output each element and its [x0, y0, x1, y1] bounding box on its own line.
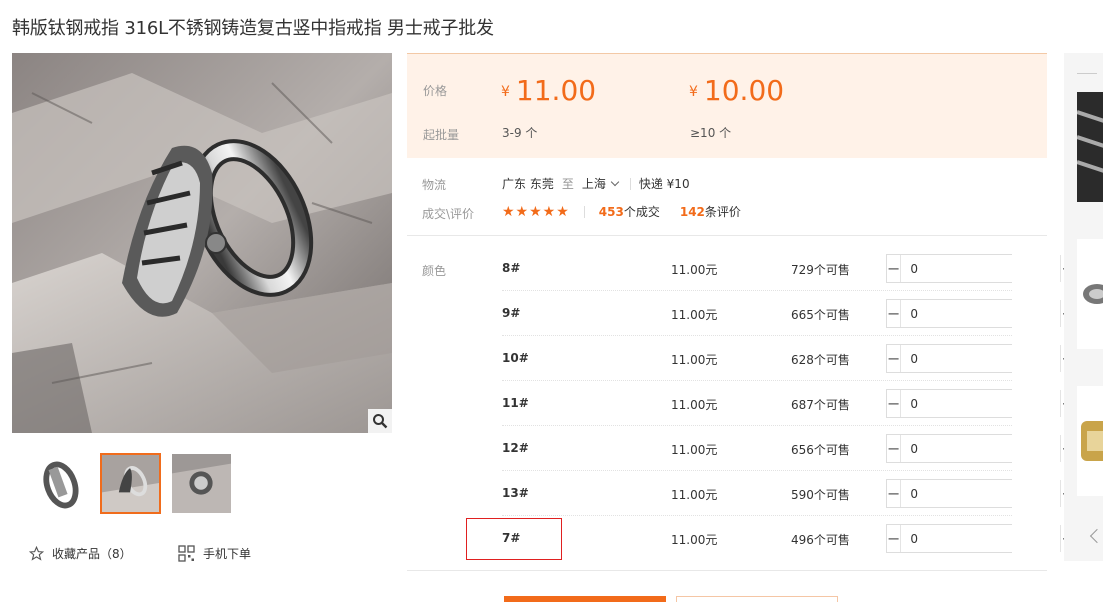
- decrease-button[interactable]: −: [887, 300, 902, 327]
- sku-stock: 665个可售: [791, 308, 850, 322]
- sku-row: 10# 11.00元 628个可售 −+: [502, 336, 1075, 381]
- sku-row: 9# 11.00元 665个可售 −+: [502, 291, 1075, 336]
- quantity-stepper: −+: [886, 434, 1075, 463]
- sku-list: 8# 11.00元 729个可售 −+ 9# 11.00元 665个可售 −+ 10# 11.00…: [502, 246, 1075, 561]
- quantity-stepper: −+: [886, 479, 1075, 508]
- sku-stock: 496个可售: [791, 533, 850, 547]
- sku-name: 9#: [502, 306, 521, 320]
- logistics-label: 物流: [422, 178, 447, 192]
- quantity-stepper: −+: [886, 254, 1075, 283]
- order-button[interactable]: [504, 596, 666, 602]
- thumbnail-1[interactable]: [29, 453, 90, 514]
- sku-price: 11.00元: [671, 443, 718, 457]
- sku-name: 13#: [502, 486, 529, 500]
- reviews-label: 成交\评价: [422, 207, 475, 221]
- sku-name: 8#: [502, 261, 521, 275]
- quantity-stepper: −+: [886, 344, 1075, 373]
- decrease-button[interactable]: −: [887, 525, 902, 552]
- decrease-button[interactable]: −: [887, 345, 902, 372]
- section-divider: [407, 570, 1047, 571]
- moq-label: 起批量: [423, 128, 460, 142]
- quantity-input[interactable]: [901, 435, 1061, 462]
- sku-name: 10#: [502, 351, 529, 365]
- sku-row: 13# 11.00元 590个可售 −+: [502, 471, 1075, 516]
- rail-product-2[interactable]: [1077, 239, 1103, 349]
- divider: [583, 205, 585, 218]
- decrease-button[interactable]: −: [887, 435, 902, 462]
- qr-code-icon: [178, 545, 195, 562]
- quantity-input[interactable]: [901, 525, 1061, 552]
- quantity-input[interactable]: [901, 390, 1061, 417]
- sku-row: 11# 11.00元 687个可售 −+: [502, 381, 1075, 426]
- section-divider: [407, 235, 1047, 236]
- thumbnail-3[interactable]: [171, 453, 232, 514]
- sku-price: 11.00元: [671, 488, 718, 502]
- sku-stock: 729个可售: [791, 263, 850, 277]
- decrease-button[interactable]: −: [887, 480, 902, 507]
- rating-stars: ★★★★★: [502, 203, 570, 220]
- quantity-stepper: −+: [886, 524, 1075, 553]
- rail-product-3[interactable]: [1077, 386, 1103, 496]
- favorite-product[interactable]: 收藏产品（8）: [29, 545, 132, 562]
- price-label: 价格: [423, 84, 448, 98]
- zoom-button[interactable]: [368, 409, 392, 433]
- add-to-cart-button[interactable]: [676, 596, 838, 602]
- price-tier-1: ¥11.00: [501, 74, 597, 107]
- sku-name: 12#: [502, 441, 529, 455]
- sku-price: 11.00元: [671, 263, 718, 277]
- quantity-stepper: −+: [886, 299, 1075, 328]
- main-product-image[interactable]: [12, 53, 392, 433]
- favorite-label: 收藏产品（8）: [52, 547, 132, 561]
- quantity-input[interactable]: [901, 345, 1061, 372]
- mobile-order[interactable]: 手机下单: [178, 545, 251, 562]
- sku-row: 7#11.00元496个可售−+: [502, 516, 1075, 561]
- sku-price: 11.00元: [671, 308, 718, 322]
- chevron-down-icon: [610, 177, 620, 187]
- sku-stock: 628个可售: [791, 353, 850, 367]
- sku-name: 11#: [502, 396, 529, 410]
- decrease-button[interactable]: −: [887, 390, 902, 417]
- express-fee: 快递 ¥10: [638, 177, 690, 191]
- reviews-link[interactable]: 142条评价: [680, 203, 741, 220]
- sku-stock: 590个可售: [791, 488, 850, 502]
- sku-price: 11.00元: [671, 353, 718, 367]
- price-tier-2-range: ≥10 个: [690, 126, 732, 140]
- price-panel: 价格 起批量 ¥11.00 3-9 个 ¥10.00 ≥10 个: [407, 53, 1047, 158]
- rail-heading-line: [1077, 73, 1097, 74]
- sku-row: 8# 11.00元 729个可售 −+: [502, 246, 1075, 291]
- logistics-row: 广东 东莞 至 上海 快递 ¥10: [502, 175, 690, 192]
- divider: [629, 177, 631, 190]
- sku-stock: 656个可售: [791, 443, 850, 457]
- search-icon: [373, 414, 388, 429]
- thumbnail-2-selected[interactable]: [100, 453, 161, 514]
- sku-stock: 687个可售: [791, 398, 850, 412]
- price-tier-2: ¥10.00: [689, 74, 785, 107]
- ship-to-select[interactable]: 上海: [582, 175, 622, 192]
- star-outline-icon: [29, 546, 44, 561]
- quantity-input[interactable]: [901, 255, 1061, 282]
- price-tier-1-range: 3-9 个: [502, 126, 538, 140]
- ship-from: 广东 东莞: [502, 177, 554, 191]
- thumbnail-strip: [29, 453, 232, 514]
- color-label: 颜色: [422, 264, 447, 278]
- quantity-input[interactable]: [901, 480, 1061, 507]
- highlight-frame: [466, 518, 562, 560]
- quantity-stepper: −+: [886, 389, 1075, 418]
- deals-link[interactable]: 453个成交: [599, 203, 660, 220]
- mobile-label: 手机下单: [203, 547, 252, 561]
- sku-price: 11.00元: [671, 398, 718, 412]
- decrease-button[interactable]: −: [887, 255, 902, 282]
- reviews-row: ★★★★★ 453个成交 142条评价: [502, 203, 761, 220]
- sku-row: 12# 11.00元 656个可售 −+: [502, 426, 1075, 471]
- rail-product-1[interactable]: [1077, 92, 1103, 202]
- ring-photo: [12, 53, 392, 433]
- quantity-input[interactable]: [901, 300, 1061, 327]
- sku-price: 11.00元: [671, 533, 718, 547]
- product-title: 韩版钛钢戒指 316L不锈钢铸造复古竖中指戒指 男士戒子批发: [12, 18, 494, 39]
- ship-to-word: 至: [561, 177, 574, 191]
